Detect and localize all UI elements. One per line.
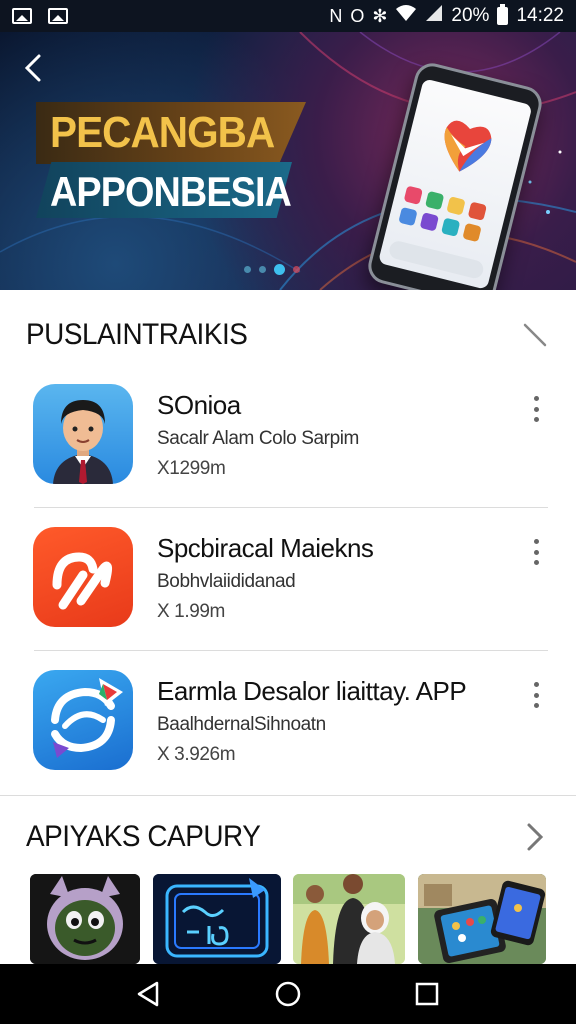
carousel-dot[interactable] [293,266,300,273]
more-options-button[interactable] [526,394,546,424]
carousel-dot[interactable] [244,266,251,273]
list-item[interactable]: Earmla Desalor liaittay. APP Baalhdernal… [0,670,576,810]
arrow-diagonal-icon [523,323,547,347]
app-name: SOnioa [157,390,241,420]
section-title: PUSLAINTRAIKIS [26,318,248,351]
sync-arrows-icon [33,670,133,770]
people-photo-image [293,874,405,964]
banner-title-line2: APPONBESIA [50,168,292,215]
chevron-right-icon [527,823,544,851]
nfc-icon: N [329,6,343,26]
alien-cat-character-image [30,874,140,964]
section-title: APIYAKS CAPURY [26,820,261,853]
bluetooth-icon: ✻ [372,6,388,26]
hero-banner[interactable]: PECANGBA APPONBESIA [0,32,576,290]
banner-title-line1: PECANGBA [50,108,275,157]
wifi-icon [395,4,417,28]
section-more-button[interactable] [520,822,550,852]
more-options-button[interactable] [526,537,546,567]
list-item[interactable]: Spcbiracal Maiekns Bobhvlaiididanad X 1.… [0,527,576,667]
section-more-button[interactable] [520,320,550,350]
thumbnail-card[interactable] [153,874,281,964]
more-options-button[interactable] [526,680,546,710]
phones-collage-image [418,874,546,964]
carousel-dot-active[interactable] [274,264,285,275]
divider [34,650,548,651]
back-button[interactable] [18,50,48,86]
app-subtitle: Sacalr Alam Colo Sarpim [157,428,359,449]
section-header-featured[interactable]: PUSLAINTRAIKIS [0,305,576,365]
home-circle-icon [275,981,301,1007]
phone-dock [387,239,486,281]
app-name: Earmla Desalor liaittay. APP [157,676,467,706]
list-item[interactable]: SOnioa Sacalr Alam Colo Sarpim X1299m [0,384,576,524]
carousel-pagination[interactable] [244,264,300,275]
battery-percent: 20% [451,5,490,26]
app-subtitle: BaalhdernalSihnoatn [157,714,326,735]
recents-nav-button[interactable] [407,974,447,1014]
app-size: X 3.926m [157,744,236,765]
alarm-icon: O [350,6,365,26]
triangle-back-icon [138,981,159,1007]
signal-icon [425,4,443,28]
app-subtitle: Bobhvlaiididanad [157,571,296,592]
clock: 14:22 [516,5,564,26]
phone-app-grid [398,185,488,243]
status-bar: N O ✻ 20% 14:22 [0,0,576,32]
red-link-logo-icon [33,527,133,627]
back-nav-button[interactable] [129,974,169,1014]
image-icon [12,8,32,24]
thumbnail-card[interactable] [30,874,140,964]
chevron-left-icon [24,54,41,82]
gallery-icon [48,8,68,24]
section-header-category[interactable]: APIYAKS CAPURY [0,807,576,867]
navigation-bar [0,964,576,1024]
app-size: X1299m [157,458,226,479]
home-nav-button[interactable] [268,974,308,1014]
divider [34,507,548,508]
thumbnail-card[interactable] [418,874,546,964]
square-recents-icon [415,982,438,1006]
avatar-man-icon [33,384,133,484]
carousel-dot[interactable] [259,266,266,273]
app-size: X 1.99m [157,601,225,622]
app-name: Spcbiracal Maiekns [157,533,374,563]
thumbnail-card[interactable] [293,874,405,964]
section-divider [0,795,576,796]
heart-logo-icon [444,120,492,172]
battery-icon [497,4,509,25]
neon-sign-artwork-image [153,874,281,964]
